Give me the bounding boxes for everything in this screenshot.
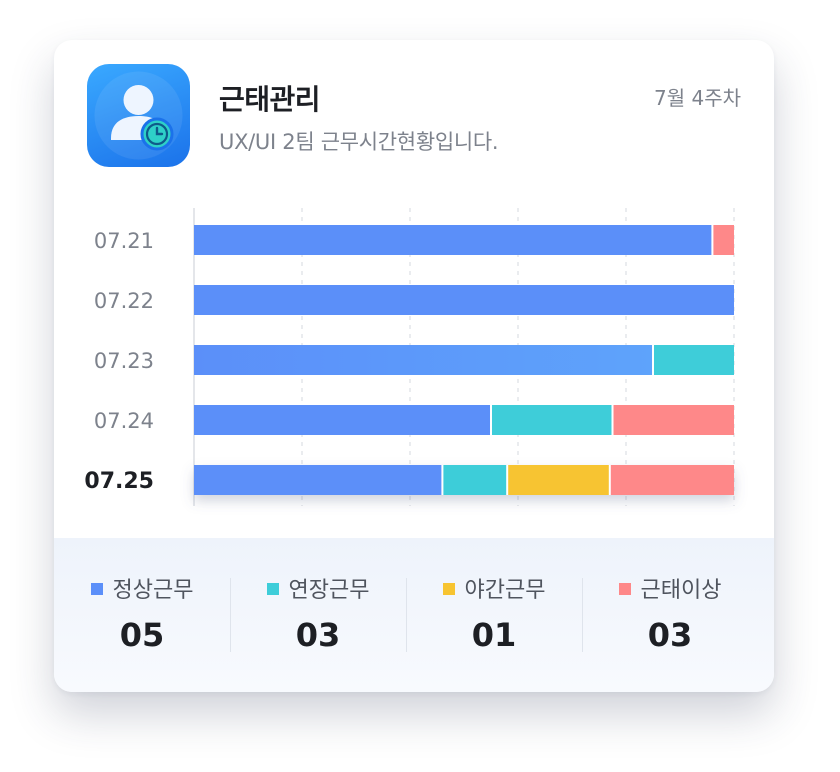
legend-item: 야간근무 01 xyxy=(406,538,582,692)
bar-row xyxy=(194,465,734,495)
tick-label: 07.24 xyxy=(94,409,154,433)
legend-label-text: 연장근무 xyxy=(288,578,370,603)
legend-count: 03 xyxy=(647,616,693,654)
legend-summary: 정상근무 05 연장근무 03 야간근무 01 근태이상 03 xyxy=(54,538,774,692)
bar-segment xyxy=(194,345,653,375)
bar-segment xyxy=(653,345,734,375)
legend-label: 야간근무 xyxy=(406,572,582,604)
bar-segment xyxy=(442,465,508,495)
page-title: 근태관리 xyxy=(219,83,321,116)
bar-row xyxy=(194,285,734,315)
legend-label: 정상근무 xyxy=(54,572,230,604)
bar-segment xyxy=(609,465,734,495)
user-clock-icon-graphic xyxy=(94,71,183,160)
tick-label: 07.25 xyxy=(84,469,154,494)
legend-swatch xyxy=(618,583,631,595)
legend-count: 05 xyxy=(119,616,165,654)
bar-row xyxy=(194,225,734,255)
bar-segment xyxy=(194,405,491,435)
tick-label: 07.23 xyxy=(94,349,154,373)
bar-segment xyxy=(507,465,610,495)
page-subtitle: UX/UI 2팀 근무시간현황입니다. xyxy=(219,130,499,154)
week-label: 7월 4주차 xyxy=(653,86,741,110)
legend-divider xyxy=(582,578,583,652)
bar-segment xyxy=(194,225,713,255)
bar-segment xyxy=(491,405,613,435)
tick-label: 07.22 xyxy=(94,289,154,313)
legend-item: 연장근무 03 xyxy=(230,538,406,692)
attendance-bar-chart: 07.21 07.22 07.23 07.24 07.25 xyxy=(84,208,735,506)
legend-swatch xyxy=(442,583,455,595)
legend-count: 01 xyxy=(471,616,517,654)
legend-label: 근태이상 xyxy=(582,572,758,604)
bar-segment xyxy=(612,405,734,435)
legend-swatch xyxy=(266,583,279,595)
legend-count: 03 xyxy=(295,616,341,654)
bar-row xyxy=(194,405,734,435)
bar-segment xyxy=(194,465,443,495)
legend-item: 정상근무 05 xyxy=(54,538,230,692)
bar-segment xyxy=(194,285,734,315)
bar-segment xyxy=(712,225,734,255)
legend-swatch xyxy=(90,583,103,595)
legend-divider xyxy=(406,578,407,652)
legend-label: 연장근무 xyxy=(230,572,406,604)
legend-label-text: 정상근무 xyxy=(112,578,194,603)
legend-item: 근태이상 03 xyxy=(582,538,758,692)
user-clock-icon[interactable] xyxy=(87,64,190,167)
attendance-card: 근태관리 UX/UI 2팀 근무시간현황입니다. 7월 4주차 07.21 07.… xyxy=(54,40,774,692)
bar-row xyxy=(194,345,734,375)
legend-label-text: 야간근무 xyxy=(464,578,546,603)
legend-label-text: 근태이상 xyxy=(640,578,722,603)
legend-divider xyxy=(230,578,231,652)
tick-label: 07.21 xyxy=(94,229,154,253)
